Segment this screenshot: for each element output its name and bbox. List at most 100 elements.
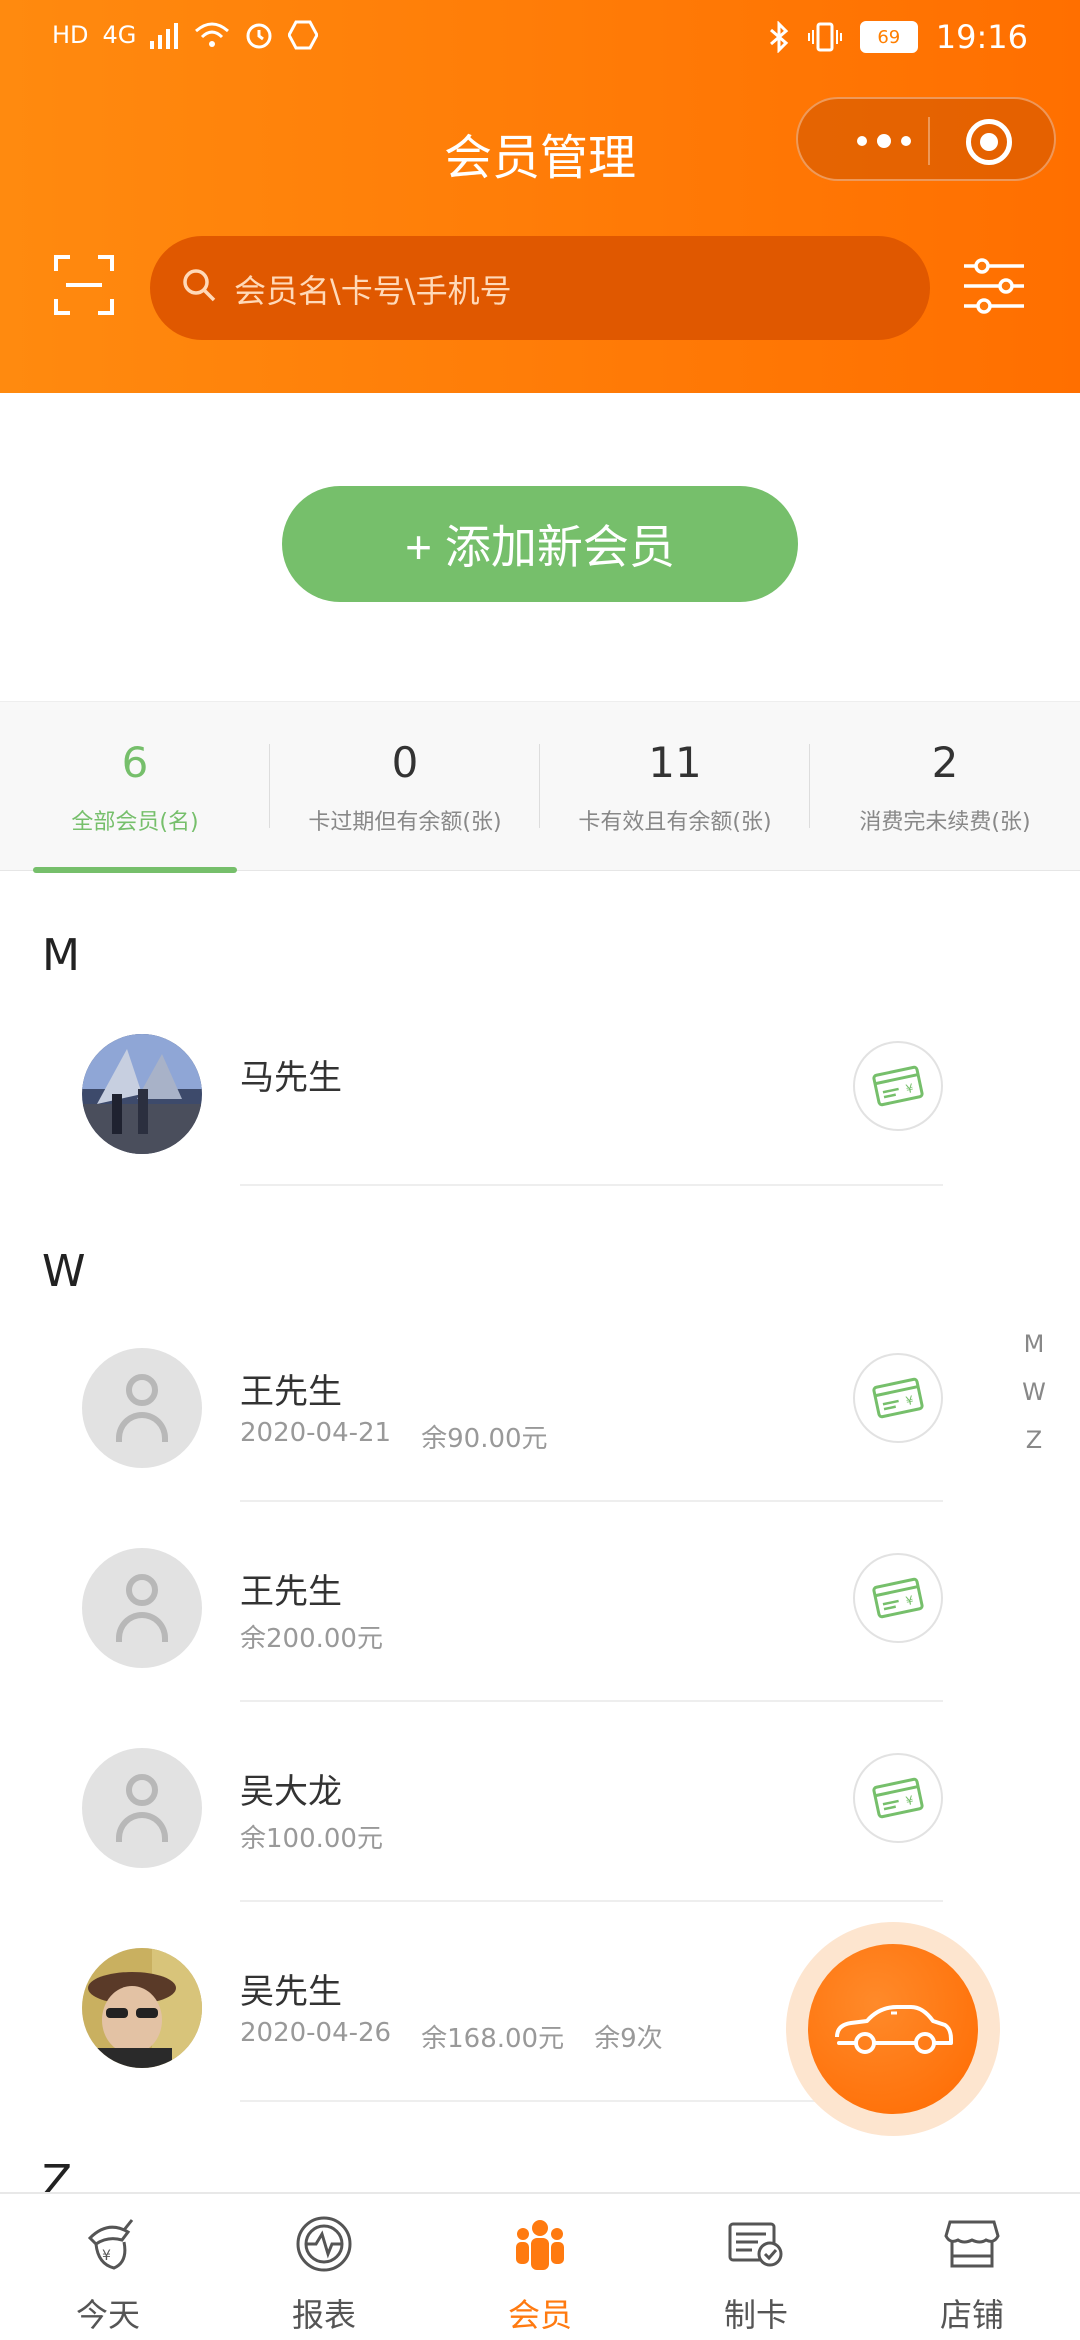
avatar-photo bbox=[82, 1034, 202, 1154]
member-row[interactable]: 王先生 余200.00元 ¥ bbox=[0, 1548, 1080, 1702]
status-bar: HD 4G 69 19:16 bbox=[0, 0, 1080, 75]
stat-tab-valid-with-balance[interactable]: 11 卡有效且有余额(张) bbox=[540, 702, 810, 872]
svg-text:¥: ¥ bbox=[102, 2248, 111, 2264]
stat-value: 0 bbox=[391, 738, 419, 787]
car-icon bbox=[835, 2005, 953, 2054]
close-target-icon[interactable] bbox=[966, 119, 1012, 165]
avatar bbox=[82, 1034, 202, 1154]
stat-tab-expired-with-balance[interactable]: 0 卡过期但有余额(张) bbox=[270, 702, 540, 872]
card-icon: ¥ bbox=[872, 1577, 924, 1619]
row-divider bbox=[240, 1500, 943, 1502]
search-input[interactable]: 会员名\卡号\手机号 bbox=[150, 236, 930, 340]
clock: 19:16 bbox=[935, 18, 1028, 56]
bluetooth-icon bbox=[769, 21, 788, 53]
more-icon[interactable] bbox=[834, 123, 934, 159]
nav-label: 报表 bbox=[291, 2296, 356, 2334]
stat-label: 卡有效且有余额(张) bbox=[578, 810, 772, 835]
signal-bars-icon bbox=[150, 23, 179, 49]
row-divider bbox=[240, 1900, 943, 1902]
active-tab-indicator bbox=[33, 867, 237, 873]
member-card-button[interactable]: ¥ bbox=[853, 1753, 943, 1843]
nav-label: 今天 bbox=[75, 2296, 140, 2334]
stat-tab-all-members[interactable]: 6 全部会员(名) bbox=[0, 702, 270, 873]
nav-item-reports[interactable]: 报表 bbox=[216, 2194, 432, 2340]
member-name: 王先生 bbox=[240, 1372, 342, 1412]
nfc-icon bbox=[288, 20, 319, 50]
battery-icon: 69 bbox=[859, 21, 918, 53]
hd-icon: HD bbox=[52, 21, 89, 49]
avatar bbox=[82, 1548, 202, 1668]
nav-item-make-card[interactable]: 制卡 bbox=[648, 2194, 864, 2340]
stats-tabs: 6 全部会员(名) 0 卡过期但有余额(张) 11 卡有效且有余额(张) 2 消… bbox=[0, 701, 1080, 873]
nav-label: 会员 bbox=[507, 2296, 572, 2334]
row-divider bbox=[240, 1184, 943, 1186]
group-letter-m: M bbox=[42, 930, 80, 981]
member-name: 王先生 bbox=[240, 1572, 342, 1612]
card-icon: ¥ bbox=[872, 1777, 924, 1819]
member-balance: 余100.00元 bbox=[240, 1824, 383, 1854]
svg-text:¥: ¥ bbox=[904, 1593, 915, 1608]
nav-label: 店铺 bbox=[939, 2296, 1004, 2334]
vibrate-icon bbox=[807, 22, 842, 52]
stat-label: 全部会员(名) bbox=[71, 810, 199, 835]
member-name: 吴先生 bbox=[240, 1972, 342, 2012]
scan-icon[interactable] bbox=[52, 253, 116, 317]
svg-text:¥: ¥ bbox=[904, 1081, 915, 1096]
member-row[interactable]: 吴大龙 余100.00元 ¥ bbox=[0, 1748, 1080, 1902]
member-name: 马先生 bbox=[240, 1058, 342, 1098]
add-member-button[interactable]: + 添加新会员 bbox=[282, 486, 798, 602]
member-balance: 余90.00元 bbox=[421, 1424, 548, 1454]
avatar-photo bbox=[82, 1948, 202, 2068]
report-icon bbox=[296, 2216, 352, 2272]
index-letter[interactable]: W bbox=[1020, 1368, 1048, 1416]
card-icon: ¥ bbox=[872, 1377, 924, 1419]
bottom-nav: ¥ 今天 报表 会员 制卡 店铺 bbox=[0, 2192, 1080, 2340]
member-balance: 余168.00元 bbox=[421, 2024, 565, 2054]
nav-item-members[interactable]: 会员 bbox=[432, 2194, 648, 2340]
header: HD 4G 69 19:16 会员管理 会员名\卡号\手机号 bbox=[0, 0, 1080, 393]
wifi-icon bbox=[195, 22, 230, 47]
signal-4g-icon: 4G bbox=[102, 21, 137, 49]
stat-value: 11 bbox=[648, 738, 702, 787]
member-count: 余9次 bbox=[594, 2024, 663, 2054]
nav-item-today[interactable]: ¥ 今天 bbox=[0, 2194, 216, 2340]
member-row[interactable]: 马先生 ¥ bbox=[0, 1030, 1080, 1188]
member-row[interactable]: 王先生 2020-04-21 余90.00元 ¥ bbox=[0, 1348, 1080, 1502]
index-letter[interactable]: Z bbox=[1020, 1416, 1048, 1464]
store-icon bbox=[944, 2220, 1000, 2268]
stat-tab-used-up-not-renewed[interactable]: 2 消费完未续费(张) bbox=[810, 702, 1080, 872]
member-card-button[interactable]: ¥ bbox=[853, 1041, 943, 1131]
miniprogram-capsule bbox=[796, 97, 1056, 181]
card-icon: ¥ bbox=[872, 1065, 924, 1107]
svg-text:¥: ¥ bbox=[904, 1393, 915, 1408]
nav-item-store[interactable]: 店铺 bbox=[864, 2194, 1080, 2340]
svg-text:¥: ¥ bbox=[904, 1793, 915, 1808]
car-fab-button[interactable] bbox=[808, 1944, 978, 2114]
add-member-section: + 添加新会员 bbox=[0, 393, 1080, 701]
capsule-divider bbox=[928, 117, 930, 165]
nav-label: 制卡 bbox=[723, 2296, 788, 2334]
member-date: 2020-04-26 bbox=[240, 2018, 392, 2048]
stat-label: 卡过期但有余额(张) bbox=[308, 810, 502, 835]
filter-icon[interactable] bbox=[962, 254, 1026, 318]
alarm-icon bbox=[246, 23, 272, 49]
members-icon bbox=[516, 2220, 564, 2270]
stat-value: 2 bbox=[931, 738, 959, 787]
group-letter-w: W bbox=[42, 1246, 86, 1297]
alphabet-index[interactable]: M W Z bbox=[1020, 1320, 1048, 1464]
index-letter[interactable]: M bbox=[1020, 1320, 1048, 1368]
member-balance: 余200.00元 bbox=[240, 1624, 383, 1654]
avatar bbox=[82, 1748, 202, 1868]
acorn-icon: ¥ bbox=[87, 2219, 134, 2270]
search-icon bbox=[183, 269, 216, 302]
row-divider bbox=[240, 1700, 943, 1702]
card-make-icon bbox=[728, 2222, 783, 2267]
search-placeholder: 会员名\卡号\手机号 bbox=[234, 272, 512, 310]
member-card-button[interactable]: ¥ bbox=[853, 1553, 943, 1643]
member-card-button[interactable]: ¥ bbox=[853, 1353, 943, 1443]
stat-label: 消费完未续费(张) bbox=[859, 810, 1031, 835]
member-date: 2020-04-21 bbox=[240, 1418, 392, 1448]
member-name: 吴大龙 bbox=[240, 1772, 342, 1812]
avatar bbox=[82, 1348, 202, 1468]
stat-value: 6 bbox=[121, 738, 149, 787]
